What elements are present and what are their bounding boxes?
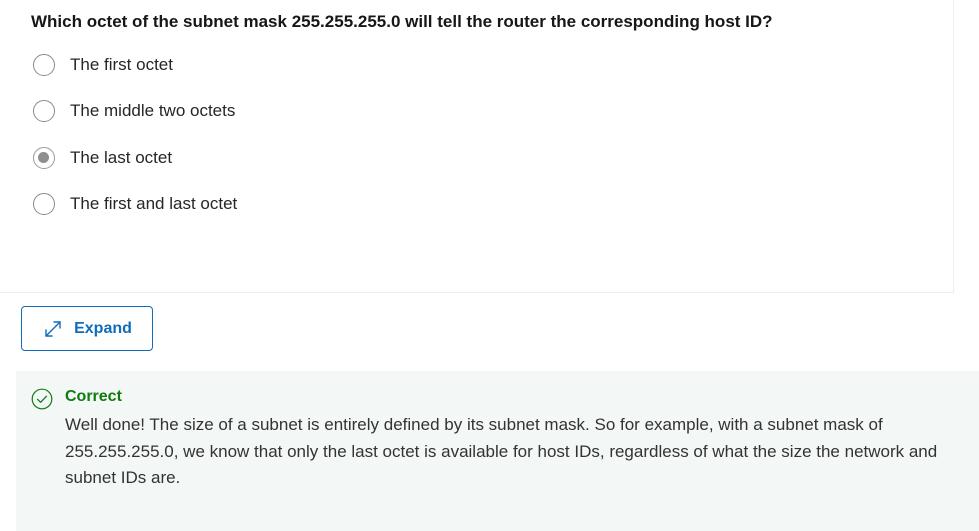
expand-arrows-icon (42, 318, 64, 340)
feedback-message: Well done! The size of a subnet is entir… (65, 415, 938, 487)
radio-button[interactable] (33, 100, 55, 122)
answer-option-middle-two-octets[interactable]: The middle two octets (33, 98, 235, 124)
question-text: Which octet of the subnet mask 255.255.2… (31, 12, 773, 31)
answer-option-label: The last octet (70, 148, 173, 167)
radio-button-selected[interactable] (33, 147, 55, 169)
expand-button[interactable]: Expand (21, 306, 153, 351)
radio-button[interactable] (33, 193, 55, 215)
radio-button[interactable] (33, 54, 55, 76)
quiz-page: Which octet of the subnet mask 255.255.2… (0, 0, 979, 531)
answer-option-first-and-last-octet[interactable]: The first and last octet (33, 191, 237, 217)
check-circle-icon (31, 388, 53, 410)
answer-option-label: The middle two octets (70, 101, 236, 120)
answer-option-last-octet[interactable]: The last octet (33, 145, 172, 171)
question-card: Which octet of the subnet mask 255.255.2… (0, 0, 954, 293)
answer-option-label: The first octet (70, 55, 173, 74)
answer-option-first-octet[interactable]: The first octet (33, 52, 173, 78)
expand-button-label: Expand (74, 319, 132, 337)
feedback-panel: Correct Well done! The size of a subnet … (16, 371, 979, 531)
feedback-status: Correct (65, 388, 122, 405)
answer-option-label: The first and last octet (70, 194, 238, 213)
